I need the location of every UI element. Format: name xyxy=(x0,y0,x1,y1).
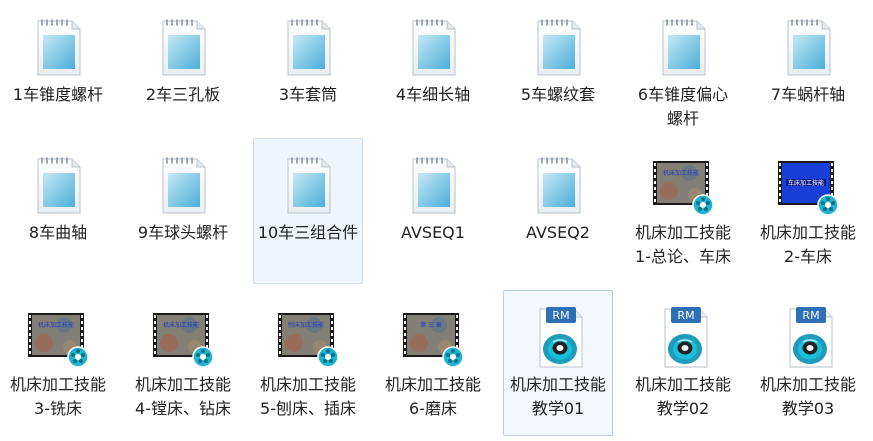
notepad-icon xyxy=(526,15,590,79)
svg-text:RM: RM xyxy=(552,309,569,322)
notepad-icon xyxy=(526,153,590,217)
notepad-icon xyxy=(776,15,840,79)
file-item[interactable]: 7车蜗杆轴 xyxy=(753,0,863,146)
file-item[interactable]: 1车锥度螺杆 xyxy=(3,0,113,146)
file-item[interactable]: 6车锥度偏心螺杆 xyxy=(628,0,738,146)
notepad-icon xyxy=(151,153,215,217)
file-item[interactable]: 刨床加工技能 机床加工技能5-刨床、插床 xyxy=(253,290,363,436)
file-item[interactable]: 车床加工技能 机床加工技能2-车床 xyxy=(753,138,863,284)
file-label: 机床加工技能1-总论、车床 xyxy=(634,223,731,266)
file-label: AVSEQ2 xyxy=(526,223,590,242)
video-thumbnail-blue-icon: 车床加工技能 xyxy=(776,153,840,217)
file-item[interactable]: RM 机床加工技能教学03 xyxy=(753,290,863,436)
svg-text:机床加工技能: 机床加工技能 xyxy=(163,321,199,329)
video-thumbnail-icon: 机床加工技能 xyxy=(651,153,715,217)
file-label: 1车锥度螺杆 xyxy=(12,85,104,104)
file-item[interactable]: 4车细长轴 xyxy=(378,0,488,146)
svg-text:刨床加工技能: 刨床加工技能 xyxy=(288,321,324,329)
notepad-icon xyxy=(651,15,715,79)
file-label: 机床加工技能3-铣床 xyxy=(9,375,106,418)
file-item[interactable]: 5车螺纹套 xyxy=(503,0,613,146)
svg-text:RM: RM xyxy=(677,309,694,322)
file-label: 10车三组合件 xyxy=(257,223,359,242)
file-label: 6车锥度偏心螺杆 xyxy=(637,85,729,128)
notepad-icon xyxy=(26,15,90,79)
notepad-icon xyxy=(151,15,215,79)
svg-text:车床加工技能: 车床加工技能 xyxy=(788,179,824,187)
realmedia-file-icon: RM xyxy=(651,305,715,369)
file-item[interactable]: 9车球头螺杆 xyxy=(128,138,238,284)
file-item[interactable]: 2车三孔板 xyxy=(128,0,238,146)
file-item[interactable]: AVSEQ1 xyxy=(378,138,488,284)
svg-text:RM: RM xyxy=(802,309,819,322)
file-label: 3车套筒 xyxy=(278,85,338,104)
file-label: 机床加工技能4-镗床、钻床 xyxy=(134,375,231,418)
video-thumbnail-icon: 机床加工技能 xyxy=(151,305,215,369)
file-label: 机床加工技能教学03 xyxy=(759,375,856,418)
svg-text:机床加工技能: 机床加工技能 xyxy=(38,321,74,329)
video-thumbnail-icon: 第 三 章 xyxy=(401,305,465,369)
file-label: 机床加工技能2-车床 xyxy=(759,223,856,266)
file-item[interactable]: RM 机床加工技能教学02 xyxy=(628,290,738,436)
file-item[interactable]: 机床加工技能 机床加工技能1-总论、车床 xyxy=(628,138,738,284)
notepad-icon xyxy=(401,15,465,79)
notepad-icon xyxy=(26,153,90,217)
file-label: 8车曲轴 xyxy=(28,223,88,242)
notepad-icon xyxy=(401,153,465,217)
realmedia-file-icon: RM xyxy=(776,305,840,369)
file-label: 机床加工技能5-刨床、插床 xyxy=(259,375,356,418)
file-label: 4车细长轴 xyxy=(395,85,471,104)
file-label: 机床加工技能教学01 xyxy=(509,375,606,418)
realmedia-file-icon: RM xyxy=(526,305,590,369)
file-item[interactable]: RM 机床加工技能教学01 xyxy=(503,290,613,436)
file-label: AVSEQ1 xyxy=(401,223,465,242)
file-label: 7车蜗杆轴 xyxy=(770,85,846,104)
notepad-icon xyxy=(276,15,340,79)
video-thumbnail-icon: 机床加工技能 xyxy=(26,305,90,369)
file-item[interactable]: 第 三 章 机床加工技能6-磨床 xyxy=(378,290,488,436)
file-item[interactable]: 8车曲轴 xyxy=(3,138,113,284)
file-item[interactable]: 3车套筒 xyxy=(253,0,363,146)
file-item[interactable]: AVSEQ2 xyxy=(503,138,613,284)
svg-text:第 三 章: 第 三 章 xyxy=(420,321,442,329)
file-label: 机床加工技能6-磨床 xyxy=(384,375,481,418)
file-label: 5车螺纹套 xyxy=(520,85,596,104)
file-item[interactable]: 机床加工技能 机床加工技能3-铣床 xyxy=(3,290,113,436)
file-label: 9车球头螺杆 xyxy=(137,223,229,242)
file-label: 2车三孔板 xyxy=(145,85,221,104)
video-thumbnail-icon: 刨床加工技能 xyxy=(276,305,340,369)
file-item[interactable]: 机床加工技能 机床加工技能4-镗床、钻床 xyxy=(128,290,238,436)
file-label: 机床加工技能教学02 xyxy=(634,375,731,418)
notepad-icon xyxy=(276,153,340,217)
svg-text:机床加工技能: 机床加工技能 xyxy=(663,169,699,177)
file-item[interactable]: 10车三组合件 xyxy=(253,138,363,284)
